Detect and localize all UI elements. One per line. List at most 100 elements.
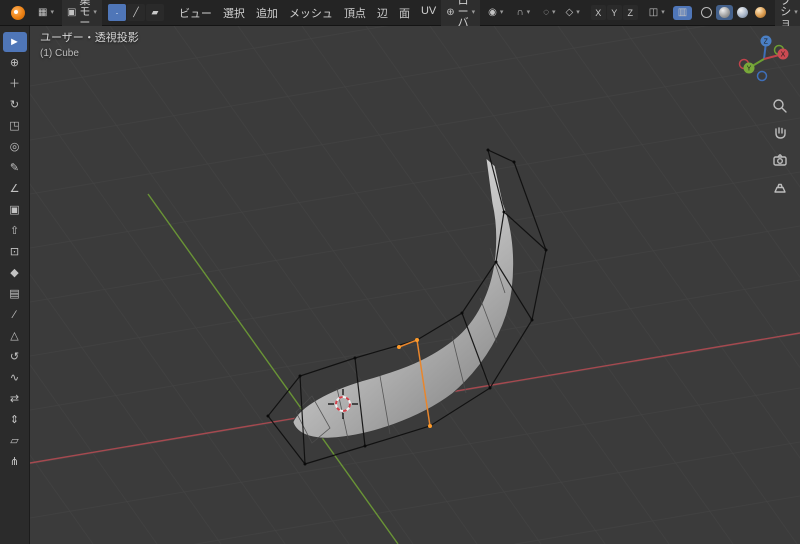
shear-icon: ▱ [10,434,19,447]
mirror-z-button[interactable]: Z [622,5,638,20]
menu-face[interactable]: 面 [394,3,415,23]
viewport-3d[interactable]: ユーザー・透視投影 (1) Cube Z X Y [30,26,800,544]
proportional-circle-icon: ◌ [543,6,550,18]
edge-slide-icon: ⇄ [9,392,20,405]
shrink-fatten-icon: ⇕ [9,413,20,426]
perspective-grid-icon [774,183,786,193]
edge-select-button[interactable]: ╱ [126,4,145,21]
navigation-gizmo[interactable]: Z X Y [734,28,794,88]
pivot-point-dropdown[interactable]: ◉ ▾ [483,6,508,20]
snap-toggle[interactable]: ∩ ▾ [511,6,535,20]
annotate-icon: ✎ [9,161,20,174]
select-mode-group: ∙ ╱ ▰ [107,4,164,21]
select-box-icon: ► [9,35,20,48]
menu-view[interactable]: ビュー [174,3,217,23]
chevron-down-icon: ▾ [499,9,504,16]
menu-vertex[interactable]: 頂点 [339,3,371,23]
xray-toggle[interactable]: ▥ [672,5,693,20]
topbar: ▦ ▾ ▣ 編集モード ▾ ∙ ╱ ▰ ビュー 選択 [0,0,800,42]
menu-edge[interactable]: 辺 [372,3,393,23]
tool-knife[interactable]: ∕ [3,305,27,325]
tool-smooth[interactable]: ∿ [3,368,27,388]
blender-logo-icon [11,5,25,20]
tool-cursor[interactable]: ⊕ [3,53,27,73]
menu-add[interactable]: 追加 [251,3,283,23]
toggle-perspective-button[interactable] [770,177,790,197]
tool-rip-region[interactable]: ⋔ [3,452,27,472]
gizmo-icon: ◇ [565,6,574,18]
solid-sphere-icon [719,7,731,18]
face-select-button[interactable]: ▰ [145,4,164,21]
face-select-icon: ▰ [151,7,159,17]
camera-view-button[interactable] [770,150,790,170]
blender-window: ▦ ▾ ▣ 編集モード ▾ ∙ ╱ ▰ ビュー 選択 [0,0,800,544]
shading-wireframe-button[interactable] [698,5,715,20]
tool-bevel[interactable]: ◆ [3,263,27,283]
tool-measure[interactable]: ∠ [3,179,27,199]
menu-uv[interactable]: UV [416,3,441,23]
globe-icon: ⊕ [446,6,455,18]
pan-button[interactable] [770,123,790,143]
mirror-y-button[interactable]: Y [606,5,622,20]
toolbar: ► ⊕ ＋ ↻ ◳ ◎ ✎ ∠ ▣ ⇧ ⊡ ◆ ▤ ∕ △ ↺ ∿ ⇄ ⇕ ▱ ⋔ [0,26,30,544]
tool-poly-build[interactable]: △ [3,326,27,346]
editor-type-button[interactable]: ▦ ▾ [33,6,59,20]
shading-solid-button[interactable] [716,5,734,20]
floor-grid [30,26,800,544]
tool-spin[interactable]: ↺ [3,347,27,367]
tool-edge-slide[interactable]: ⇄ [3,389,27,409]
shading-rendered-button[interactable] [752,5,769,20]
chevron-down-icon: ▾ [93,9,97,16]
scale-icon: ◳ [9,119,20,132]
spin-icon: ↺ [9,350,20,363]
pivot-icon: ◉ [488,6,497,18]
vertex-select-button[interactable]: ∙ [107,4,126,21]
tool-extrude-region[interactable]: ⇧ [3,221,27,241]
axis-z-label: Z [764,39,769,46]
tool-shrink-fatten[interactable]: ⇕ [3,410,27,430]
tool-transform[interactable]: ◎ [3,137,27,157]
knife-icon: ∕ [13,308,16,321]
measure-icon: ∠ [9,182,20,195]
axis-y-label: Y [747,66,752,73]
rip-region-icon: ⋔ [9,455,20,468]
banana-object[interactable] [292,156,514,439]
axis-z-neg-ball[interactable] [756,70,768,82]
tool-loop-cut[interactable]: ▤ [3,284,27,304]
smooth-icon: ∿ [9,371,20,384]
mirror-x-button[interactable]: X [590,5,606,20]
menu-bar: ビュー 選択 追加 メッシュ 頂点 辺 面 UV [174,3,441,23]
menu-select[interactable]: 選択 [218,3,250,23]
tool-inset-faces[interactable]: ⊡ [3,242,27,262]
tool-add-cube[interactable]: ▣ [3,200,27,220]
tool-annotate[interactable]: ✎ [3,158,27,178]
pan-hand-icon [775,127,786,139]
shading-material-button[interactable] [734,5,751,20]
chevron-down-icon: ▾ [552,9,556,16]
shading-mode-group [698,5,769,20]
chevron-down-icon: ▾ [576,9,580,16]
gizmo-toggle-dropdown[interactable]: ◇ ▾ [561,6,585,20]
zoom-button[interactable] [770,96,790,116]
edit-mode-icon: ▣ [66,6,77,18]
menu-mesh[interactable]: メッシュ [284,3,338,23]
tool-shear[interactable]: ▱ [3,431,27,451]
blender-menu-button[interactable] [6,4,30,22]
loop-cut-icon: ▤ [9,287,20,300]
tool-select-box[interactable]: ► [2,32,27,52]
wireframe-sphere-icon [701,7,713,18]
viewport-nav-buttons [770,96,790,197]
xray-icon: ▥ [677,6,688,18]
zoom-icon [773,99,787,113]
overlays-icon: ◫ [648,6,659,18]
chevron-down-icon: ▾ [471,9,476,16]
tool-scale[interactable]: ◳ [3,116,27,136]
chevron-down-icon: ▾ [794,9,798,16]
overlays-dropdown[interactable]: ◫ ▾ [644,6,670,20]
extrude-region-icon: ⇧ [9,224,20,237]
viewport-canvas[interactable] [30,26,800,544]
tool-rotate[interactable]: ↻ [3,95,27,115]
tool-move[interactable]: ＋ [3,74,27,94]
magnet-icon: ∩ [516,6,524,18]
proportional-editing-toggle[interactable]: ◌ ▾ [538,6,560,20]
